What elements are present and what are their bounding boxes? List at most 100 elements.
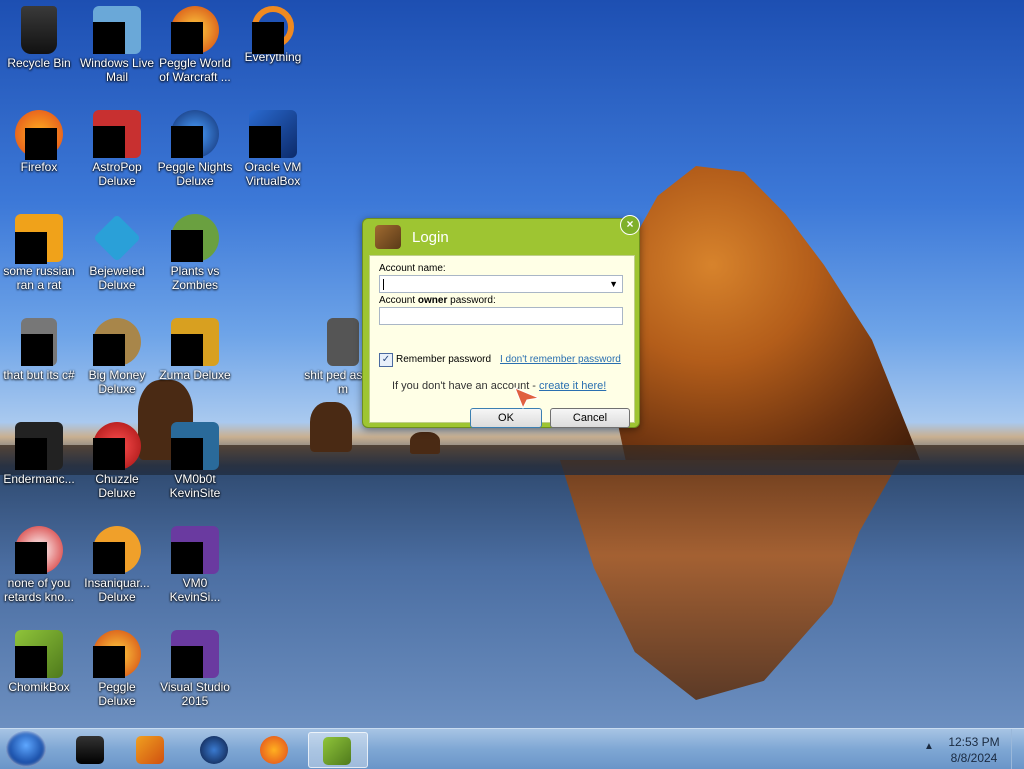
plant-icon	[171, 214, 219, 262]
globe-icon	[200, 736, 228, 764]
dialog-titlebar[interactable]: Login	[363, 219, 639, 255]
desktop-icon-label: Peggle Nights Deluxe	[157, 160, 233, 188]
desktop-icon-firefox[interactable]: Firefox	[0, 110, 78, 174]
file-icon	[15, 214, 63, 264]
fish-icon	[93, 526, 141, 574]
desktop-icon-label: that but its c#	[3, 368, 75, 382]
file-icon	[327, 318, 359, 366]
remember-password-checkbox[interactable]: ✓	[379, 353, 393, 367]
chuzzle-icon	[93, 422, 141, 470]
desktop-icon-label: Bejeweled Deluxe	[89, 264, 145, 292]
desktop-icon-plants-vs-zombies[interactable]: Plants vs Zombies	[156, 214, 234, 292]
desktop-icon-label: Insaniquar... Deluxe	[84, 576, 150, 604]
desktop-icon-label: Endermanc...	[3, 472, 75, 486]
peggle-nights-icon	[171, 110, 219, 158]
remember-password-label[interactable]: Remember password	[396, 354, 491, 365]
small-rock	[410, 432, 440, 454]
desktop-icon-windows-live-mail[interactable]: Windows Live Mail	[78, 6, 156, 84]
taskbar-media-center[interactable]	[64, 732, 114, 766]
game-icon	[93, 110, 141, 158]
zuma-icon	[171, 318, 219, 366]
forgot-password-link[interactable]: I don't remember password	[500, 354, 621, 365]
desktop-icon-recycle-bin[interactable]: Recycle Bin	[0, 6, 78, 70]
desktop-icon-astropop-deluxe[interactable]: AstroPop Deluxe	[78, 110, 156, 188]
desktop-icon-oracle-vm-virtualbox[interactable]: Oracle VM VirtualBox	[234, 110, 312, 188]
close-icon[interactable]: ×	[620, 215, 640, 235]
virtualbox-icon	[249, 110, 297, 158]
clock-time: 12:53 PM	[948, 735, 1000, 749]
login-dialog: Login × Account name: ▼ Account owner pa…	[362, 215, 640, 428]
desktop-icon-big-money-deluxe[interactable]: Big Money Deluxe	[78, 318, 156, 396]
small-rock	[310, 402, 352, 452]
password-label-post: password:	[447, 295, 496, 306]
show-desktop-button[interactable]	[1011, 729, 1024, 769]
recycle-bin-icon	[21, 6, 57, 54]
text-caret	[383, 279, 384, 290]
desktop-icon-peggle-nights-deluxe[interactable]: Peggle Nights Deluxe	[156, 110, 234, 188]
desktop-icon-label: VM0b0t KevinSite	[169, 472, 221, 500]
cursor-icon	[514, 387, 541, 410]
tray-expand-icon[interactable]: ▲	[924, 741, 934, 752]
taskbar-firefox[interactable]	[248, 732, 298, 766]
taskbar: ▲ 12:53 PM 8/8/2024	[0, 728, 1024, 769]
gem-icon	[93, 214, 141, 262]
password-label-pre: Account	[379, 295, 418, 306]
desktop-icon-peggle-world-of-warcraft[interactable]: Peggle World of Warcraft ...	[156, 6, 234, 84]
app-icon	[15, 526, 63, 574]
desktop-icon-label: AstroPop Deluxe	[92, 160, 142, 188]
media-player-icon	[136, 736, 164, 764]
password-input[interactable]	[379, 307, 623, 325]
desktop-icon-endermanc[interactable]: Endermanc...	[0, 422, 78, 486]
dialog-title: Login	[412, 229, 449, 246]
system-clock[interactable]: 12:53 PM 8/8/2024	[944, 734, 1004, 766]
taskbar-media-player[interactable]	[124, 732, 174, 766]
firefox-icon	[260, 736, 288, 764]
desktop-icon-zuma-deluxe[interactable]: Zuma Deluxe	[156, 318, 234, 382]
desktop-icon-insaniquarium-deluxe[interactable]: Insaniquar... Deluxe	[78, 526, 156, 604]
start-button[interactable]	[6, 731, 46, 767]
no-account-info: If you don't have an account - create it…	[392, 380, 606, 392]
desktop-icon-that-but-its-csharp[interactable]: that but its c#	[0, 318, 78, 382]
desktop-icon-label: Windows Live Mail	[79, 56, 155, 84]
peggle-icon	[93, 630, 141, 678]
desktop-icon-label: some russian ran a rat	[3, 264, 75, 292]
desktop-icon-vm0b0t-kevinsite[interactable]: VM0b0t KevinSite	[156, 422, 234, 500]
folder-icon	[21, 318, 57, 366]
desktop-icon-label: Big Money Deluxe	[88, 368, 146, 396]
desktop-icon-peggle-deluxe[interactable]: Peggle Deluxe	[78, 630, 156, 708]
create-account-link[interactable]: create it here!	[539, 380, 606, 392]
taskbar-chomikbox[interactable]	[308, 732, 368, 768]
vm-icon	[171, 422, 219, 470]
taskbar-globe[interactable]	[188, 732, 238, 766]
desktop-icon-everything[interactable]: Everything	[234, 6, 312, 64]
money-bag-icon	[93, 318, 141, 366]
login-panel: Account name: ▼ Account owner password: …	[369, 255, 635, 428]
desktop-icon-bejeweled-deluxe[interactable]: Bejeweled Deluxe	[78, 214, 156, 292]
desktop-icon-label: VM0 KevinSi...	[169, 576, 221, 604]
chomikbox-icon	[323, 737, 351, 765]
chevron-down-icon[interactable]: ▼	[609, 279, 618, 289]
desktop-icon-label: Oracle VM VirtualBox	[244, 160, 302, 188]
mail-icon	[93, 6, 141, 54]
password-label-bold: owner	[417, 295, 448, 306]
desktop-icon-label: Peggle World of Warcraft ...	[159, 56, 231, 84]
account-name-combobox[interactable]: ▼	[379, 275, 623, 293]
desktop-icon-chuzzle-deluxe[interactable]: Chuzzle Deluxe	[78, 422, 156, 500]
desktop-icon-none-of-you[interactable]: none of you retards kno...	[0, 526, 78, 604]
visual-studio-icon	[171, 630, 219, 678]
desktop-icon-chomikbox[interactable]: ChomikBox	[0, 630, 78, 694]
rock-reflection	[560, 460, 900, 700]
desktop-icon-some-russian-ran-a-rat[interactable]: some russian ran a rat	[0, 214, 78, 292]
desktop-icon-visual-studio-2015[interactable]: Visual Studio 2015	[156, 630, 234, 708]
media-center-icon	[76, 736, 104, 764]
firefox-icon	[15, 110, 63, 160]
ok-button[interactable]: OK	[470, 408, 542, 428]
desktop-icon-label: Visual Studio 2015	[160, 680, 230, 708]
cancel-button[interactable]: Cancel	[550, 408, 630, 428]
password-label: Account owner password:	[379, 295, 496, 306]
chomikbox-icon	[375, 225, 401, 249]
visual-studio-icon	[171, 526, 219, 574]
sea-stack-rock	[600, 166, 920, 460]
desktop-icon-label: Chuzzle Deluxe	[95, 472, 139, 500]
desktop-icon-vm0-kevinsi[interactable]: VM0 KevinSi...	[156, 526, 234, 604]
